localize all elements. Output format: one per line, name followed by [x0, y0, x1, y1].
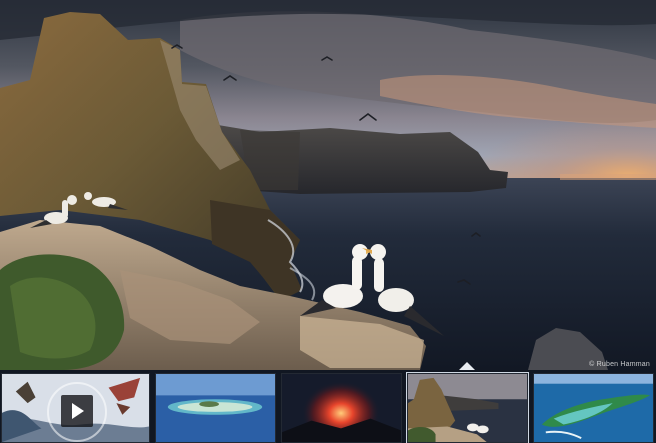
thumbnail-island-lagoon[interactable]	[533, 373, 654, 443]
thumbnail-seabird-cliff-selected[interactable]	[406, 372, 529, 443]
thumbnail-atoll-art	[156, 374, 275, 442]
hero-photo-art	[0, 0, 656, 370]
thumbnail-island-lagoon-art	[534, 374, 653, 442]
thumbnail-bird-video[interactable]	[1, 373, 150, 443]
play-button-icon[interactable]	[61, 395, 93, 427]
thumbnail-volcano-art	[282, 374, 401, 442]
thumbnail-seabird-cliff-art	[408, 374, 527, 442]
hero-photo[interactable]: © Ruben Hamman	[0, 0, 656, 370]
thumbnail-volcano[interactable]	[281, 373, 402, 443]
photo-credit: © Ruben Hamman	[589, 361, 650, 368]
thumbnail-atoll[interactable]	[155, 373, 276, 443]
selected-pointer-icon	[459, 362, 475, 370]
